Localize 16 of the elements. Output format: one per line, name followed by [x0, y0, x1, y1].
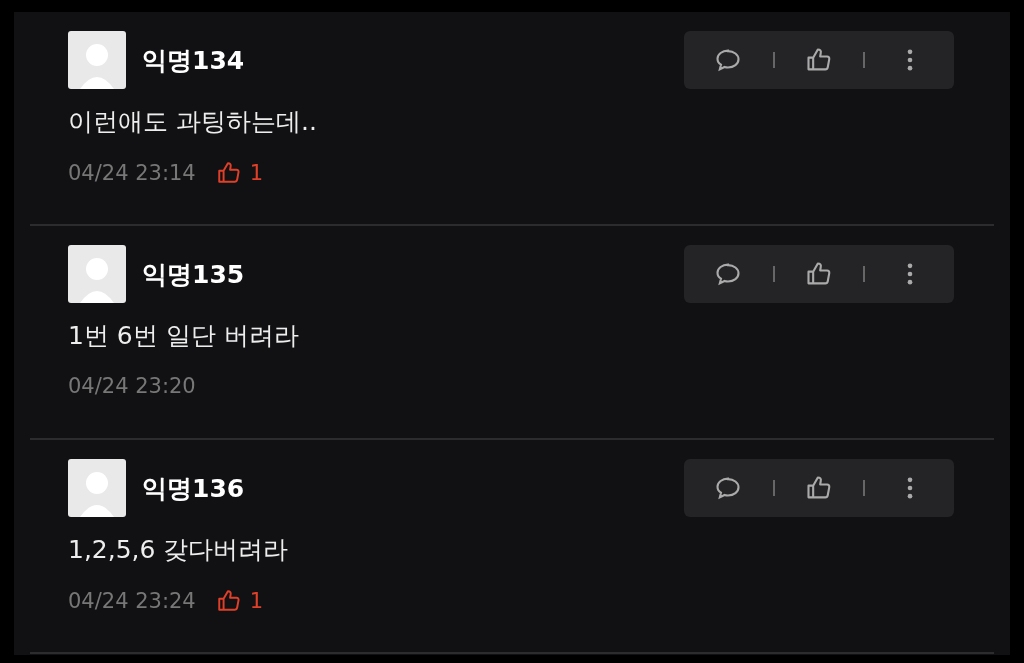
like-count: 1: [249, 589, 264, 613]
like-count: 1: [249, 161, 264, 185]
thumbs-up-icon: [215, 588, 242, 614]
timestamp: 04/24 23:14: [68, 161, 196, 185]
timestamp: 04/24 23:20: [68, 374, 196, 398]
thumbs-up-icon: [215, 160, 242, 186]
avatar-icon: [68, 459, 126, 517]
avatar-icon: [68, 245, 126, 303]
comment-text: 이런애도 과팅하는데..: [68, 106, 318, 138]
author-name: 익명135: [142, 258, 245, 291]
avatar-icon: [68, 31, 126, 89]
timestamp: 04/24 23:24: [68, 589, 196, 613]
author-name: 익명136: [142, 472, 245, 505]
comment-text: 1,2,5,6 갖다버려라: [68, 534, 290, 566]
author-name: 익명134: [142, 44, 245, 77]
comment-text: 1번 6번 일단 버려라: [68, 320, 300, 352]
